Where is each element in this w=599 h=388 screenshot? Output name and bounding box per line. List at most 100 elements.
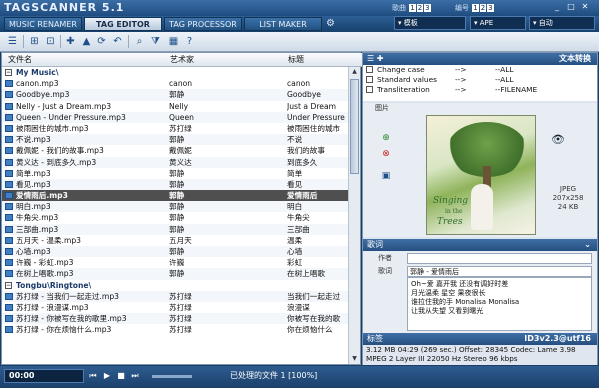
next-icon[interactable]: ⏭ bbox=[130, 370, 140, 382]
tile-view-icon[interactable]: ⊡ bbox=[44, 35, 57, 48]
cell-artist: 戴佩妮 bbox=[169, 146, 192, 156]
settings-gear-icon[interactable]: ⚙ bbox=[326, 18, 338, 30]
tag-type-select[interactable]: ▾ APE bbox=[470, 16, 526, 30]
stop-icon[interactable]: ■ bbox=[116, 370, 126, 382]
table-row[interactable]: 简单.mp3 郭静 简单 bbox=[2, 168, 349, 179]
transform-checkbox[interactable] bbox=[366, 86, 373, 93]
tab-tag-editor[interactable]: TAG EDITOR bbox=[84, 17, 162, 31]
tab-music-renamer[interactable]: MUSIC RENAMER bbox=[4, 17, 82, 31]
audio-file-icon bbox=[5, 270, 13, 278]
author-field[interactable] bbox=[407, 253, 592, 264]
author-label: 作者 bbox=[378, 254, 392, 262]
remove-cover-icon[interactable]: ⊗ bbox=[381, 149, 391, 159]
table-row[interactable]: 黄义达 - 到底多久.mp3 黄义达 到底多久 bbox=[2, 156, 349, 168]
table-row[interactable]: 五月天 - 温柔.mp3 五月天 温柔 bbox=[2, 235, 349, 246]
scroll-down-icon[interactable]: ▼ bbox=[349, 354, 360, 364]
cell-filename: canon.mp3 bbox=[16, 79, 59, 89]
table-row[interactable]: 牛角尖.mp3 郭静 牛角尖 bbox=[2, 212, 349, 223]
help-icon[interactable]: ? bbox=[183, 35, 196, 48]
song-num-2[interactable]: 2 bbox=[416, 4, 424, 12]
scroll-up-icon[interactable]: ▲ bbox=[349, 67, 360, 77]
scroll-thumb[interactable] bbox=[350, 79, 359, 174]
maximize-button[interactable]: □ bbox=[566, 2, 576, 12]
table-row[interactable]: 苏打绿 - 当我们一起走过.mp3 苏打绿 当我们一起走过 bbox=[2, 290, 349, 302]
undo-icon[interactable]: ↶ bbox=[111, 35, 124, 48]
audio-file-icon bbox=[5, 225, 13, 233]
app-window: TAGSCANNER 5.1 歌曲 123 编号 123 _ □ ✕ MUSIC… bbox=[0, 0, 599, 388]
cover-label: 图片 bbox=[375, 104, 389, 112]
add-cover-icon[interactable]: ⊕ bbox=[381, 133, 391, 143]
table-row[interactable]: Nelly - Just a Dream.mp3 Nelly Just a Drea… bbox=[2, 101, 349, 112]
folder-group-row[interactable]: − My Music\ bbox=[2, 67, 349, 78]
track-num-2[interactable]: 2 bbox=[479, 4, 487, 12]
transform-checkbox[interactable] bbox=[366, 76, 373, 83]
cell-filename: 许巍 - 彩虹.mp3 bbox=[16, 258, 74, 268]
transform-value: --ALL bbox=[495, 65, 514, 74]
collapse-toggle-icon[interactable]: − bbox=[5, 69, 12, 76]
table-row[interactable]: Goodbye.mp3 郭静 Goodbye bbox=[2, 89, 349, 101]
play-icon[interactable]: ▶ bbox=[102, 370, 112, 382]
volume-slider[interactable] bbox=[152, 375, 192, 378]
transform-menu-icon[interactable]: ☰ ✚ bbox=[367, 53, 383, 65]
cell-filename: 苏打绿 - 当我们一起走过.mp3 bbox=[16, 291, 119, 301]
cell-filename: 苏打绿 - 你在烦恼什么.mp3 bbox=[16, 325, 112, 335]
add-folder-icon[interactable]: ✚ bbox=[64, 35, 77, 48]
table-row[interactable]: 明白.mp3 郭静 明白 bbox=[2, 201, 349, 213]
table-row[interactable]: 三部曲.mp3 郭静 三部曲 bbox=[2, 223, 349, 235]
toolbar: ☰ ⊞ ⊡ ✚ ▲ ⟳ ↶ ⌕ ⧩ ▦ ? bbox=[0, 32, 599, 52]
table-row-selected[interactable]: 爱情雨后.mp3 郭静 爱情雨后 bbox=[2, 190, 349, 202]
minimize-button[interactable]: _ bbox=[552, 2, 562, 12]
table-row[interactable]: 苏打绿 - 你被写在我的歌里.mp3 苏打绿 你被写在我的歌 bbox=[2, 313, 349, 325]
close-button[interactable]: ✕ bbox=[580, 2, 590, 12]
table-row[interactable]: 心墙.mp3 郭静 心墙 bbox=[2, 246, 349, 258]
folder-group-row[interactable]: − Tongbu\Ringtone\ bbox=[2, 280, 349, 291]
transform-value: --FILENAME bbox=[495, 85, 538, 94]
filter-icon[interactable]: ⧩ bbox=[149, 35, 162, 48]
cell-artist: 郭静 bbox=[169, 213, 185, 223]
cell-filename: 黄义达 - 到底多久.mp3 bbox=[16, 157, 97, 167]
song-num-1[interactable]: 1 bbox=[409, 4, 416, 12]
tab-list-maker[interactable]: LIST MAKER bbox=[244, 17, 322, 31]
column-artist[interactable]: 艺术家 bbox=[170, 53, 194, 67]
lyrics-textarea[interactable]: Oh~爱 嘉开我 还没有调好时差 月光温柔 星空 果夜很长 谁拉住我的手 Mon… bbox=[407, 277, 592, 331]
refresh-icon[interactable]: ⟳ bbox=[95, 35, 108, 48]
cell-artist: canon bbox=[169, 79, 193, 89]
cell-artist: 郭静 bbox=[169, 135, 185, 145]
collapse-chevron-icon[interactable]: ⌄ bbox=[584, 239, 591, 251]
table-row[interactable]: 苏打绿 - 你在烦恼什么.mp3 苏打绿 你在烦恼什么 bbox=[2, 324, 349, 335]
table-row[interactable]: 看见.mp3 郭静 看见 bbox=[2, 178, 349, 191]
search-icon[interactable]: ⌕ bbox=[133, 35, 146, 48]
track-num-3[interactable]: 3 bbox=[487, 4, 494, 12]
cell-artist: 苏打绿 bbox=[169, 314, 192, 324]
file-info-line: 3.12 MB 04:29 (269 sec.) Offset: 28345 C… bbox=[366, 345, 576, 354]
mode-select[interactable]: ▾ 自动 bbox=[529, 16, 595, 30]
table-row[interactable]: canon.mp3 canon canon bbox=[2, 78, 349, 89]
view-cover-eye-icon[interactable]: 👁 bbox=[551, 133, 565, 146]
column-filename[interactable]: 文件名 bbox=[8, 53, 32, 67]
track-num-1[interactable]: 1 bbox=[472, 4, 479, 12]
list-view-icon[interactable]: ☰ bbox=[6, 35, 19, 48]
table-row[interactable]: 在树上唱歌.mp3 郭静 在树上唱歌 bbox=[2, 268, 349, 280]
table-row[interactable]: 戴佩妮 - 我们的故事.mp3 戴佩妮 我们的故事 bbox=[2, 145, 349, 156]
audio-file-icon bbox=[5, 315, 13, 323]
play-list-icon[interactable]: ▦ bbox=[167, 35, 180, 48]
table-row[interactable]: 苏打绿 - 浪漫谋.mp3 苏打绿 浪漫谋 bbox=[2, 302, 349, 313]
table-row[interactable]: 不说.mp3 郭静 不说 bbox=[2, 134, 349, 146]
table-row[interactable]: 许巍 - 彩虹.mp3 许巍 彩虹 bbox=[2, 257, 349, 268]
lyrics-first-line[interactable]: 郭静 - 爱情雨后 bbox=[407, 266, 592, 277]
tab-tag-processor[interactable]: TAG PROCESSOR bbox=[164, 17, 242, 31]
collapse-toggle-icon[interactable]: − bbox=[5, 281, 12, 289]
table-row[interactable]: 被雨困住的城市.mp3 苏打绿 被雨困住的城市 bbox=[2, 123, 349, 134]
file-list-scrollbar[interactable]: ▲ ▼ bbox=[348, 67, 360, 364]
cell-title: 不说 bbox=[287, 135, 303, 145]
previous-icon[interactable]: ⏮ bbox=[88, 370, 98, 382]
cell-title: Under Pressure bbox=[287, 112, 345, 122]
column-title[interactable]: 标题 bbox=[288, 53, 304, 67]
table-row[interactable]: Queen - Under Pressure.mp3 Queen Under Pre… bbox=[2, 111, 349, 123]
save-cover-icon[interactable]: ▣ bbox=[381, 171, 391, 181]
grid-view-icon[interactable]: ⊞ bbox=[28, 35, 41, 48]
transform-checkbox[interactable] bbox=[366, 66, 373, 73]
song-num-3[interactable]: 3 bbox=[424, 4, 431, 12]
profile-select[interactable]: ▾ 模板 bbox=[394, 16, 466, 30]
up-arrow-icon[interactable]: ▲ bbox=[80, 35, 93, 48]
